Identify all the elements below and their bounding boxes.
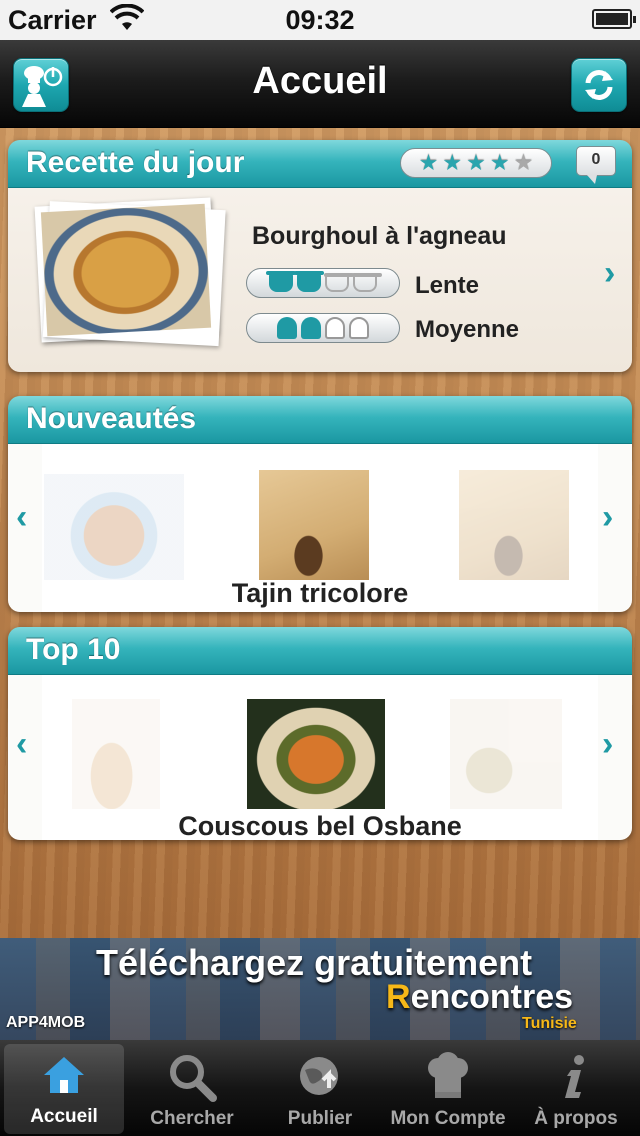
chef-hat-icon (325, 317, 345, 339)
home-icon (39, 1050, 89, 1100)
tab-bar: Accueil Chercher Publier Mon Compte À pr… (0, 1040, 640, 1136)
chef-hat-icon (277, 317, 297, 339)
top10-card: Top 10 ‹ › Couscous bel Osbane (8, 627, 632, 840)
recipe-thumbnail[interactable] (459, 470, 569, 580)
chef-hat-icon (423, 1052, 473, 1102)
chevron-right-icon[interactable]: › (604, 256, 615, 290)
recipe-thumbnail[interactable] (44, 474, 184, 580)
pot-icon (324, 273, 354, 292)
recipe-thumbnail[interactable] (450, 699, 562, 809)
refresh-icon (585, 70, 613, 100)
tab-mon-compte[interactable]: Mon Compte (384, 1040, 512, 1136)
publish-globe-icon (295, 1052, 345, 1102)
info-icon (551, 1052, 601, 1102)
pot-icon (266, 271, 296, 292)
comment-count-badge: 0 (576, 146, 616, 184)
tab-label: Publier (287, 1108, 353, 1129)
ad-logo: APP4MOB (6, 1014, 86, 1031)
chevron-left-icon[interactable]: ‹ (16, 727, 27, 761)
recipe-photo (40, 203, 212, 337)
recipe-thumbnail[interactable] (259, 470, 369, 580)
ad-banner[interactable]: Téléchargez gratuitement Rencontres Tuni… (0, 938, 640, 1040)
recipe-thumbnail[interactable] (72, 699, 160, 809)
difficulty-label: Moyenne (415, 316, 520, 343)
tab-accueil[interactable]: Accueil (4, 1044, 124, 1134)
search-icon (167, 1052, 217, 1102)
card-header: Recette du jour ★ ★ ★ ★ ★ 0 (8, 140, 632, 188)
refresh-button[interactable] (571, 58, 627, 112)
difficulty-meter (246, 313, 400, 343)
card-title: Recette du jour (26, 146, 245, 179)
status-bar: Carrier 09:32 (0, 0, 640, 40)
status-time: 09:32 (285, 5, 355, 35)
new-recipes-card: Nouveautés ‹ › Tajin tricolore (8, 396, 632, 612)
tab-publier[interactable]: Publier (256, 1040, 384, 1136)
ad-country: Tunisie (522, 1015, 577, 1032)
tab-label: Accueil (30, 1106, 98, 1127)
carousel-caption: Tajin tricolore (231, 578, 409, 608)
rating-stars: ★ ★ ★ ★ ★ (400, 148, 552, 178)
chevron-right-icon[interactable]: › (602, 500, 613, 534)
card-header: Nouveautés (8, 396, 632, 444)
recipe-of-the-day-body[interactable]: Bourghoul à l'agneau Lente Moyenne › (8, 188, 632, 372)
star-icon: ★ (466, 150, 486, 175)
pot-icon (294, 271, 324, 292)
page-title: Accueil (252, 60, 388, 102)
cooking-time-meter (246, 268, 400, 298)
battery-icon (592, 9, 636, 29)
card-title: Top 10 (26, 633, 121, 666)
tab-a-propos[interactable]: À propos (512, 1040, 640, 1136)
tab-label: Chercher (150, 1108, 234, 1129)
tab-label: Mon Compte (390, 1108, 506, 1129)
top10-carousel[interactable]: ‹ › Couscous bel Osbane (8, 675, 632, 840)
chevron-left-icon[interactable]: ‹ (16, 500, 27, 534)
star-half-icon: ★ (513, 150, 534, 175)
recipe-name: Bourghoul à l'agneau (252, 222, 507, 250)
star-icon: ★ (418, 150, 439, 175)
card-header: Top 10 (8, 627, 632, 675)
chevron-right-icon[interactable]: › (602, 727, 613, 761)
ad-app-name: Rencontres (386, 978, 574, 1016)
star-icon: ★ (489, 150, 510, 175)
new-recipes-carousel[interactable]: ‹ › Tajin tricolore (8, 444, 632, 612)
pot-icon (352, 273, 382, 292)
cooking-time-label: Lente (415, 272, 480, 299)
recipe-photo-frame (34, 197, 226, 347)
card-title: Nouveautés (26, 402, 197, 435)
tab-label: À propos (534, 1108, 618, 1129)
chef-hat-icon (349, 317, 369, 339)
tab-chercher[interactable]: Chercher (128, 1040, 256, 1136)
recipe-of-the-day-card[interactable]: Recette du jour ★ ★ ★ ★ ★ 0 Bourghoul à … (8, 140, 632, 372)
recipe-thumbnail[interactable] (247, 699, 385, 809)
star-icon: ★ (442, 150, 463, 175)
carousel-caption: Couscous bel Osbane (178, 811, 462, 840)
navigation-bar: Accueil (0, 40, 640, 128)
chef-hat-icon (301, 317, 321, 339)
